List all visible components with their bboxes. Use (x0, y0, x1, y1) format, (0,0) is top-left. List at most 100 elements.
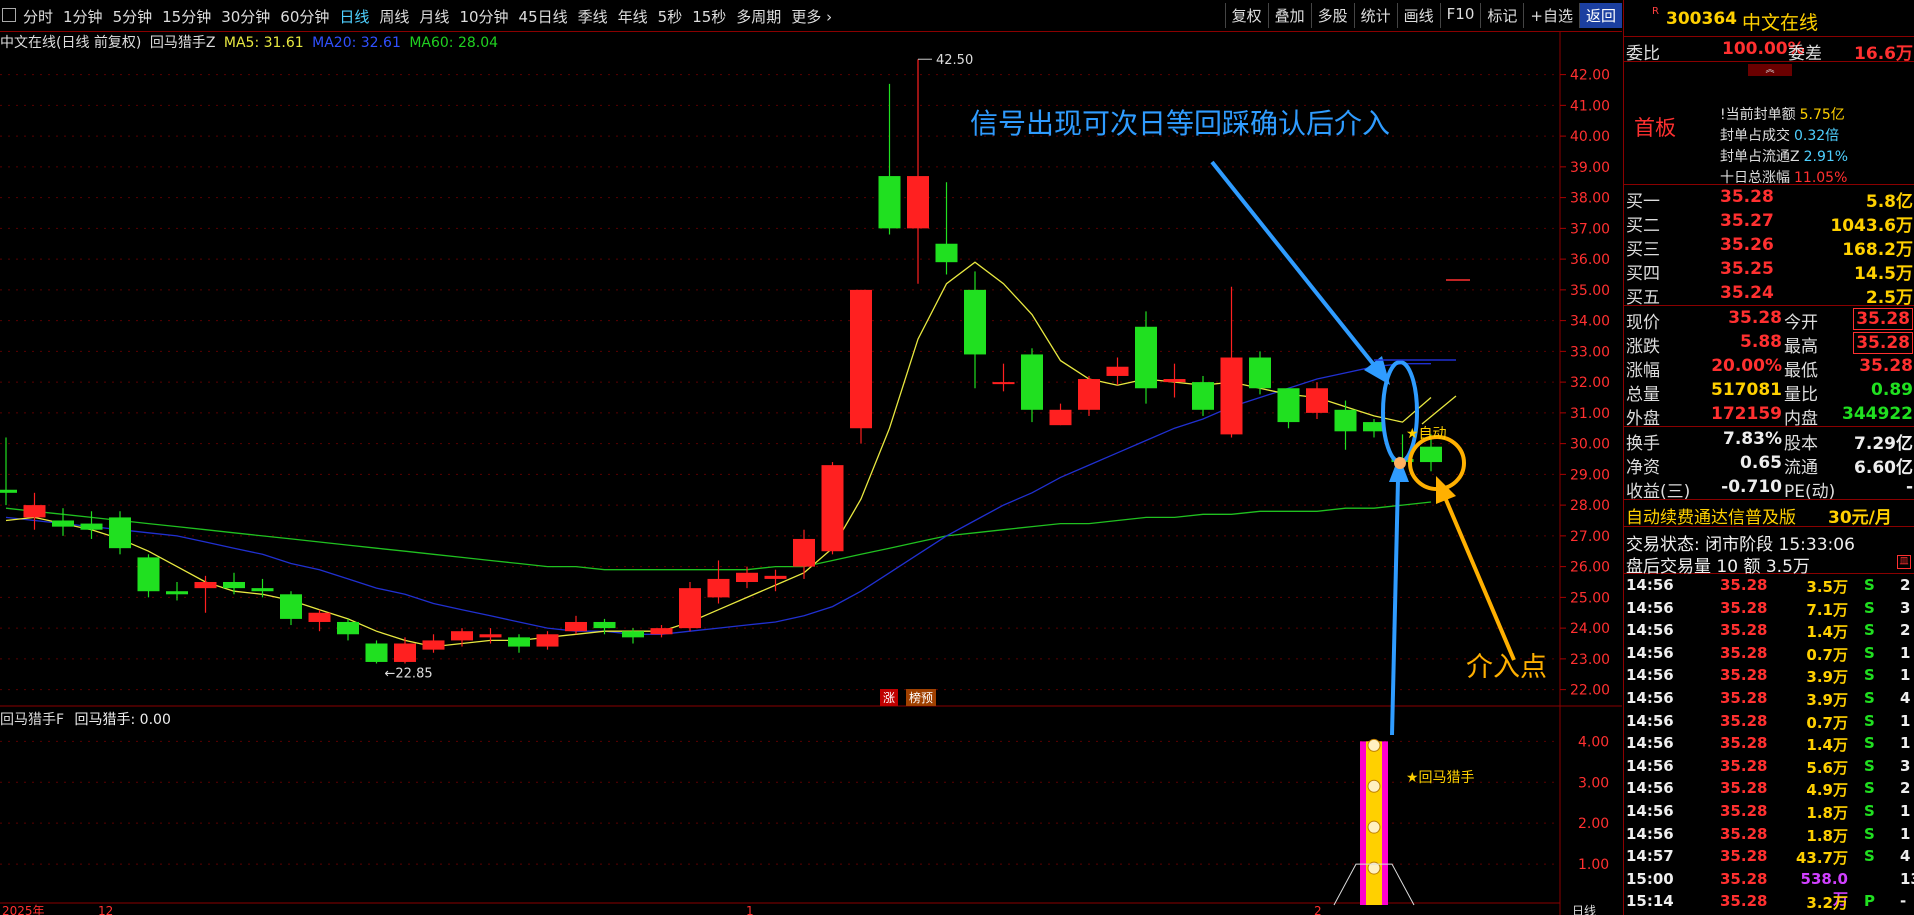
period-tab[interactable]: 30分钟 (216, 4, 275, 29)
tick-side: S (1864, 801, 1875, 820)
tool-button[interactable]: +自选 (1523, 3, 1579, 28)
money-bag-icon (1367, 738, 1381, 752)
tick-count: 1 (1900, 734, 1911, 753)
period-tab[interactable]: 60分钟 (275, 4, 334, 29)
rank-badge[interactable]: 榜预 (906, 689, 937, 706)
period-tab[interactable]: 分时 (18, 4, 58, 29)
promo-bar[interactable]: 自动续费通达信普及版 30元/月 (1624, 500, 1914, 528)
low-label: ←22.85 (385, 666, 433, 681)
period-tab[interactable]: 更多 › (786, 4, 837, 29)
period-tab[interactable]: 月线 (414, 4, 454, 29)
tick-price: 35.28 (1720, 756, 1768, 775)
tick-side: S (1864, 666, 1875, 685)
tick-time: 14:56 (1626, 779, 1674, 798)
period-tabs: 分时 1分钟 5分钟 15分钟 30分钟 60分钟 日线 周线 月线 10分钟 45日线 季线 年线 5秒… (18, 4, 837, 29)
entry-arrowhead (1436, 476, 1456, 504)
tick-side: S (1864, 643, 1875, 662)
tick-side: S (1864, 598, 1875, 617)
window-toggle-icon[interactable] (2, 8, 16, 22)
price-tick-label: 35.00 (1570, 283, 1610, 299)
kline-chart[interactable]: 42.00 41.00 40.00 39.00 38.00 37.00 36.00 35.00… (0, 32, 1622, 915)
period-tab[interactable]: 5秒 (653, 4, 688, 29)
tick-row: 14:56 35.28 3.9万 S 1 (1624, 664, 1914, 687)
tick-price: 35.28 (1720, 734, 1768, 753)
price-tick-label: 28.00 (1570, 498, 1610, 514)
fundamental-stats: 换手 7.83% 股本 7.29亿 净资 0.65 流通 6.60亿 收益(三) -0.710 PE… (1624, 427, 1914, 502)
stat-row: 涨幅 20.00% 最低 35.28 (1624, 354, 1914, 381)
stock-period-title: 中文在线(日线 前复权) (0, 35, 142, 51)
candle-body (479, 634, 502, 638)
period-tab[interactable]: 1分钟 (58, 4, 108, 29)
period-tab[interactable]: 日线 (334, 4, 374, 29)
candle-body (80, 523, 103, 530)
tool-button[interactable]: F10 (1439, 3, 1481, 28)
stat-value: 20.00% (1711, 356, 1782, 376)
period-tab[interactable]: 15秒 (687, 4, 731, 29)
tool-button[interactable]: 返回 (1578, 3, 1622, 28)
tick-row: 14:56 35.28 1.8万 S 1 (1624, 823, 1914, 846)
sub-tick-label: 1.00 (1578, 857, 1609, 873)
period-tab[interactable]: 15分钟 (157, 4, 216, 29)
tick-time: 14:57 (1626, 847, 1674, 866)
ma60-value: MA60: 28.04 (409, 35, 499, 51)
tool-button[interactable]: 多股 (1310, 3, 1354, 28)
tick-list[interactable]: 14:56 35.28 3.5万 S 2 14:56 35.28 7.1万 S 3 14:56 35.… (1624, 574, 1914, 913)
entry-arrow (1442, 494, 1516, 661)
tick-time: 14:56 (1626, 711, 1674, 730)
period-tab[interactable]: 周线 (374, 4, 414, 29)
candle-body (793, 538, 815, 567)
bid-level: 买二 35.27 1043.6万 (1624, 209, 1914, 236)
candle-body (394, 643, 416, 662)
tick-count: 3 (1900, 756, 1911, 775)
tool-button[interactable]: 画线 (1396, 3, 1440, 28)
stat-value: 0.89 (1871, 380, 1913, 400)
quote-title: R 300364 中文在线 (1624, 0, 1914, 37)
rise-badge[interactable]: 涨 (880, 689, 899, 706)
tool-button[interactable]: 叠加 (1267, 3, 1311, 28)
bid-price: 35.24 (1720, 283, 1774, 303)
period-tab[interactable]: 10分钟 (454, 4, 513, 29)
indicator-name[interactable]: 回马猎手Z (150, 35, 216, 51)
candle-body (280, 594, 302, 619)
date-tick-label: 日线 (1572, 904, 1596, 915)
bid-price: 35.28 (1720, 187, 1774, 207)
stat-label: 外盘 (1626, 409, 1660, 429)
collapse-chevron-icon[interactable]: ︽ (1748, 64, 1792, 76)
price-tick-label: 39.00 (1570, 160, 1610, 176)
candle-body (451, 631, 473, 641)
period-tab[interactable]: 年线 (613, 4, 653, 29)
stat-value: 172159 (1711, 404, 1782, 424)
tick-volume: 4.9万 (1806, 781, 1848, 800)
candle-body (764, 575, 787, 579)
tick-time: 14:56 (1626, 824, 1674, 843)
period-tab[interactable]: 多周期 (731, 4, 786, 29)
sub-indicator-name[interactable]: 回马猎手F (0, 712, 64, 728)
board-row-label: !当前封单额 (1720, 107, 1796, 123)
tick-time: 14:56 (1626, 621, 1674, 640)
date-tick-label: 12 (98, 904, 113, 915)
tool-button[interactable]: 标记 (1480, 3, 1523, 28)
candle-body (23, 505, 46, 518)
candle-body (1163, 379, 1186, 383)
hand-icon (1394, 457, 1406, 469)
candle-body (0, 489, 17, 493)
board-label: 首板 (1634, 116, 1676, 140)
price-tick-label: 29.00 (1570, 467, 1610, 483)
tool-button[interactable]: 统计 (1353, 3, 1397, 28)
board-row-value: 0.32倍 (1794, 128, 1840, 144)
candle-body (166, 591, 188, 595)
candle-body (1049, 409, 1072, 426)
tool-button[interactable]: 复权 (1224, 3, 1268, 28)
wc-value: 16.6万 (1854, 44, 1913, 64)
tick-count: 3 (1900, 598, 1911, 617)
period-tab[interactable]: 45日线 (514, 4, 573, 29)
candle-body (1249, 357, 1271, 389)
money-bag-icon (1367, 820, 1381, 834)
tick-count: 4 (1900, 688, 1911, 707)
tick-row: 14:56 35.28 0.7万 S 1 (1624, 710, 1914, 733)
period-tab[interactable]: 季线 (573, 4, 613, 29)
expand-icon[interactable]: 皿 (1897, 555, 1911, 569)
stat-row: 净资 0.65 流通 6.60亿 (1624, 451, 1914, 478)
candle-body (308, 612, 331, 622)
period-tab[interactable]: 5分钟 (108, 4, 158, 29)
